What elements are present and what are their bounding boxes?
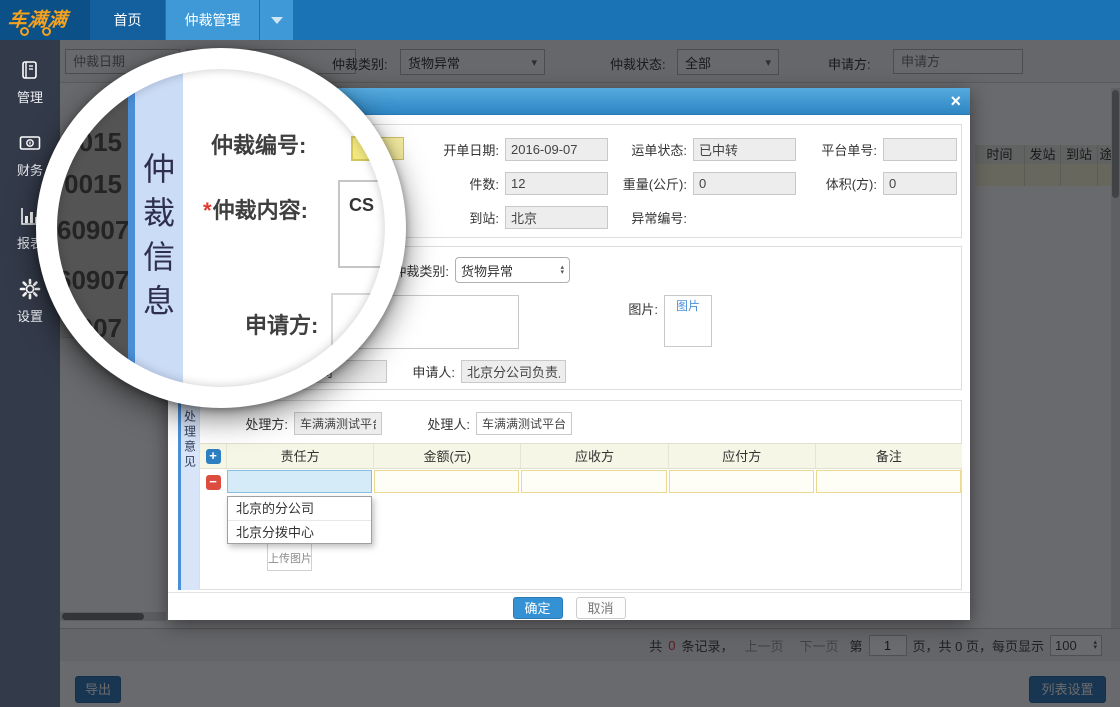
- opinion-table-header: + 责任方 金额(元) 应收方 应付方 备注: [200, 443, 962, 469]
- opinion-table-row: −: [200, 469, 962, 496]
- applicant-person-input[interactable]: [461, 360, 566, 383]
- column-header: 备注: [815, 444, 962, 468]
- magnified-arbitration-no-input: [351, 136, 385, 161]
- magnified-applicant-label: 申请方:: [245, 308, 318, 340]
- tab-arbitration[interactable]: 仲裁管理: [166, 0, 259, 40]
- responsible-party-dropdown: 北京的分公司 北京分拨中心: [227, 496, 372, 544]
- app-logo[interactable]: 车满满: [0, 0, 90, 40]
- platform-no-label: 平台单号:: [727, 140, 877, 159]
- magnified-content-textarea: CS: [338, 180, 385, 268]
- truck-wheel-icon: [20, 27, 29, 36]
- topbar: 车满满 首页 仲裁管理: [0, 0, 1120, 40]
- magnifier-lens: 015 0015 60907 60907 907 仲 裁 信 息 仲裁编号: *…: [36, 48, 406, 408]
- handler-party-input[interactable]: [294, 412, 382, 435]
- spinner-icon: ▴▾: [560, 265, 564, 275]
- column-header: 应付方: [668, 444, 815, 468]
- caret-down-icon: [271, 17, 283, 24]
- logo-text: 车满满: [7, 5, 70, 32]
- magnified-arbitration-no-label: 仲裁编号:: [211, 128, 306, 160]
- column-header: 金额(元): [373, 444, 520, 468]
- magnified-order-number: 015: [57, 127, 128, 158]
- handler-person-label: 处理人:: [410, 414, 470, 433]
- app-window: 仲裁类别: 货物异常 ▾ 仲裁状态: 全部 ▾ 申请方: 0015 0015 1…: [0, 0, 1120, 707]
- magnified-order-number: 60907: [57, 215, 128, 246]
- upload-label: 上传图片: [268, 550, 311, 566]
- handler-person-input[interactable]: [476, 412, 572, 435]
- abnormal-no-label: 异常编号:: [537, 208, 687, 227]
- volume-input[interactable]: [883, 172, 957, 195]
- magnified-section-label: 仲 裁 信 息: [135, 69, 183, 387]
- volume-label: 体积(方):: [727, 174, 877, 193]
- amount-input[interactable]: [374, 470, 519, 493]
- magnifier-content: 015 0015 60907 60907 907 仲 裁 信 息 仲裁编号: *…: [57, 69, 385, 387]
- sidebar-item-label: 管理: [17, 87, 43, 106]
- magnified-order-number: 0015: [57, 169, 128, 200]
- column-header: 应收方: [520, 444, 667, 468]
- sidebar-item-management[interactable]: 管理: [0, 58, 60, 131]
- required-mark: *: [203, 198, 212, 223]
- magnified-content-value: CS: [349, 195, 385, 216]
- weight-label: 重量(公斤):: [537, 174, 687, 193]
- remove-row-button[interactable]: −: [206, 475, 221, 490]
- opinion-section-label: 处理意见: [178, 400, 199, 590]
- sidebar-item-label: 设置: [17, 306, 43, 325]
- remark-input[interactable]: [816, 470, 961, 493]
- arbitration-category-select[interactable]: 货物异常 ▴▾: [455, 257, 570, 283]
- applicant-person-label: 申请人:: [405, 362, 455, 381]
- magnified-order-number: 907: [57, 313, 128, 344]
- opinion-box: 处理方: 处理人: + 责任方 金额(元) 应收方 应付方 备注 −: [199, 400, 962, 590]
- waybill-status-label: 运单状态:: [537, 140, 687, 159]
- handler-party-label: 处理方:: [210, 414, 288, 433]
- image-label: 图片:: [618, 295, 658, 318]
- image-upload-box[interactable]: 图片: [664, 295, 712, 347]
- payable-party-input[interactable]: [669, 470, 814, 493]
- tab-home[interactable]: 首页: [90, 0, 165, 40]
- add-row-button[interactable]: +: [206, 449, 221, 464]
- dialog-footer: 确定 取消: [168, 592, 970, 620]
- tab-dropdown[interactable]: [260, 0, 293, 40]
- book-icon: [18, 58, 42, 82]
- ok-button[interactable]: 确定: [513, 597, 563, 619]
- close-icon[interactable]: ×: [950, 90, 961, 112]
- responsible-party-input[interactable]: [227, 470, 372, 493]
- dropdown-option[interactable]: 北京分拨中心: [228, 520, 371, 543]
- sidebar-item-label: 财务: [17, 160, 43, 179]
- receivable-party-input[interactable]: [521, 470, 666, 493]
- column-header: 责任方: [226, 444, 373, 468]
- magnified-content-label: 仲裁内容:: [213, 198, 308, 223]
- magnified-input-fragment: [331, 293, 385, 351]
- magnified-background-strip: 015 0015 60907 60907 907: [57, 69, 128, 387]
- magnified-order-number: 60907: [57, 265, 128, 296]
- image-link[interactable]: 图片: [676, 299, 700, 313]
- magnified-section-border: [128, 69, 135, 387]
- money-icon: [18, 131, 42, 155]
- truck-wheel-icon: [42, 27, 51, 36]
- gear-icon: [18, 277, 42, 301]
- cancel-button[interactable]: 取消: [576, 597, 626, 619]
- opinion-table: + 责任方 金额(元) 应收方 应付方 备注 −: [200, 443, 962, 496]
- platform-no-input[interactable]: [883, 138, 957, 161]
- sidebar: 管理 财务 报表 设置: [0, 40, 60, 707]
- category-value: 货物异常: [461, 261, 560, 280]
- dropdown-option[interactable]: 北京的分公司: [228, 497, 371, 520]
